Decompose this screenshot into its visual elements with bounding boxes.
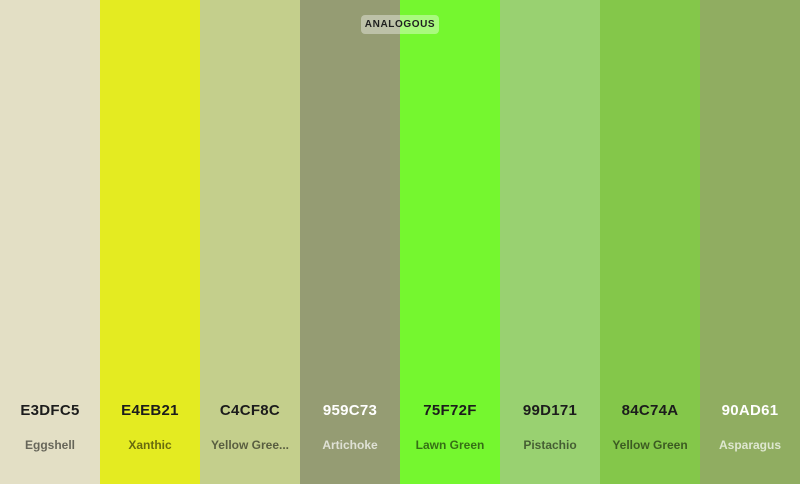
swatch-color-name: Asparagus [718,438,782,452]
swatch-color-name: Artichoke [322,438,378,452]
color-swatch-eggshell[interactable]: E3DFC5 Eggshell [0,0,100,484]
swatch-hex-code[interactable]: 75F72F [400,402,500,419]
color-swatch-artichoke[interactable]: 959C73 Artichoke [300,0,400,484]
color-swatch-xanthic[interactable]: E4EB21 Xanthic [100,0,200,484]
scheme-type-badge[interactable]: ANALOGOUS [361,15,439,34]
swatch-hex-code[interactable]: E3DFC5 [0,402,100,419]
swatch-hex-code[interactable]: C4CF8C [200,402,300,419]
swatch-color-name: Pistachio [523,438,577,452]
swatch-color-name: Lawn Green [415,438,485,452]
swatch-hex-code[interactable]: 99D171 [500,402,600,419]
swatch-color-name: Eggshell [24,438,75,452]
color-swatch-lawn-green[interactable]: 75F72F Lawn Green [400,0,500,484]
swatch-color-name: Yellow Green [612,438,688,452]
swatch-color-name: Xanthic [128,438,172,452]
color-swatch-pistachio[interactable]: 99D171 Pistachio [500,0,600,484]
swatch-hex-code[interactable]: E4EB21 [100,402,200,419]
color-swatch-asparagus[interactable]: 90AD61 Asparagus [700,0,800,484]
swatch-hex-code[interactable]: 959C73 [300,402,400,419]
swatch-hex-code[interactable]: 90AD61 [700,402,800,419]
swatch-hex-code[interactable]: 84C74A [600,402,700,419]
color-swatch-yellow-green[interactable]: 84C74A Yellow Green [600,0,700,484]
color-palette: E3DFC5 Eggshell E4EB21 Xanthic C4CF8C Ye… [0,0,800,484]
color-swatch-yellow-green-light[interactable]: C4CF8C Yellow Gree... [200,0,300,484]
swatch-color-name: Yellow Gree... [210,438,290,452]
